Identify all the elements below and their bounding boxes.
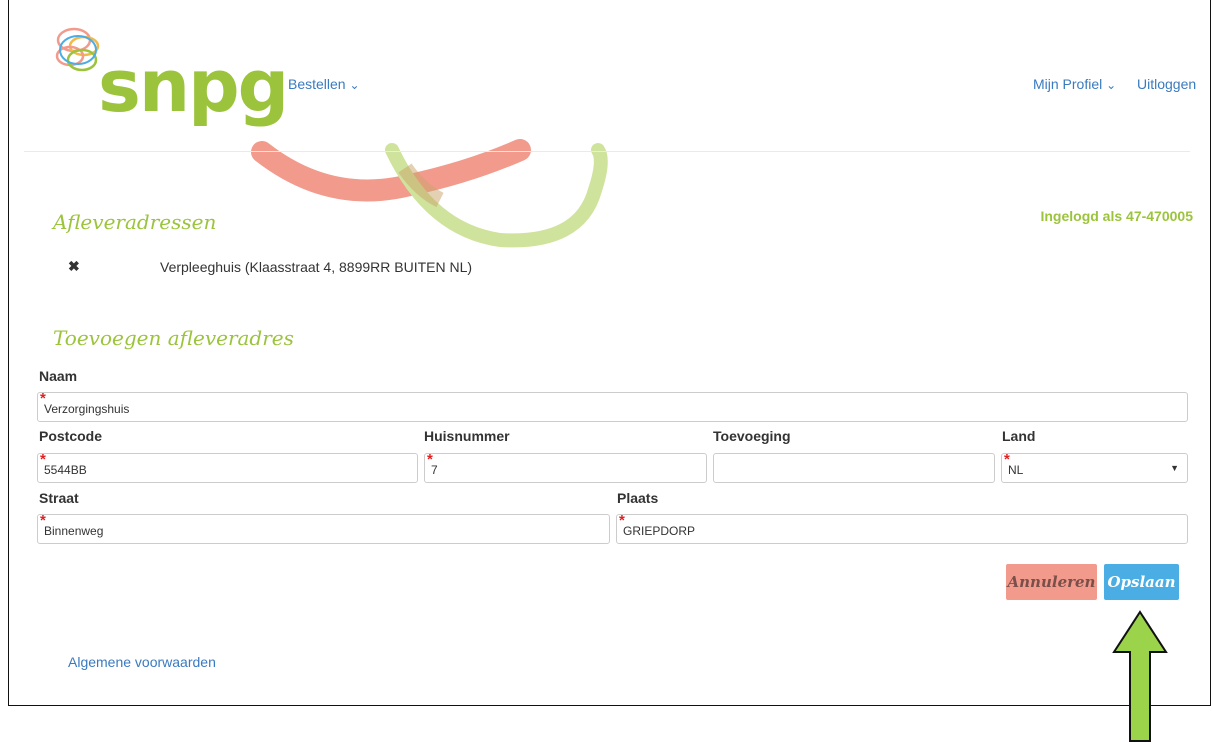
addition-field[interactable] (713, 453, 995, 483)
street-field[interactable]: * Binnenweg (37, 513, 610, 544)
save-button[interactable]: Opslaan (1104, 564, 1179, 600)
name-label: Naam (39, 368, 78, 384)
nav-order-menu[interactable]: Bestellen ⌄ (288, 76, 360, 92)
chevron-down-icon: ⌄ (349, 78, 360, 92)
postcode-value: 5544BB (44, 463, 87, 477)
terms-link[interactable]: Algemene voorwaarden (68, 654, 216, 670)
chevron-down-icon: ⌄ (1106, 78, 1117, 92)
street-value: Binnenweg (44, 524, 104, 538)
city-label: Plaats (617, 490, 659, 506)
country-label: Land (1002, 428, 1036, 444)
city-value: GRIEPDORP (623, 524, 696, 538)
arrow-up-icon (1112, 610, 1168, 742)
addresses-title: Afleveradressen (53, 210, 217, 234)
city-field[interactable]: * GRIEPDORP (616, 513, 1188, 544)
nav-profile-label: Mijn Profiel (1033, 76, 1103, 92)
addition-label: Toevoeging (713, 428, 791, 444)
housenumber-value: 7 (431, 463, 438, 477)
name-value: Verzorgingshuis (44, 402, 130, 416)
country-select[interactable]: * NL ▼ (1001, 452, 1188, 483)
country-value: NL (1008, 463, 1024, 477)
housenumber-label: Huisnummer (424, 428, 510, 444)
logout-link[interactable]: Uitloggen (1137, 76, 1196, 92)
address-item: Verpleeghuis (Klaasstraat 4, 8899RR BUIT… (160, 259, 473, 275)
housenumber-field[interactable]: * 7 (424, 452, 707, 483)
street-label: Straat (39, 490, 79, 506)
dropdown-caret-icon: ▼ (1170, 463, 1179, 473)
postcode-field[interactable]: * 5544BB (37, 452, 418, 483)
postcode-label: Postcode (39, 428, 103, 444)
form-title: Toevoegen afleveradres (53, 326, 294, 350)
logged-in-status: Ingelogd als 47-470005 (1040, 208, 1193, 224)
name-field[interactable]: * Verzorgingshuis (37, 391, 1188, 422)
nav-order-label: Bestellen (288, 76, 346, 92)
cancel-button[interactable]: Annuleren (1006, 564, 1097, 600)
nav-profile-menu[interactable]: Mijn Profiel ⌄ (1033, 76, 1116, 92)
remove-address-icon[interactable]: ✖ (68, 258, 80, 275)
nav-divider (24, 151, 1190, 152)
brand-logo-text: snpg (98, 44, 289, 128)
